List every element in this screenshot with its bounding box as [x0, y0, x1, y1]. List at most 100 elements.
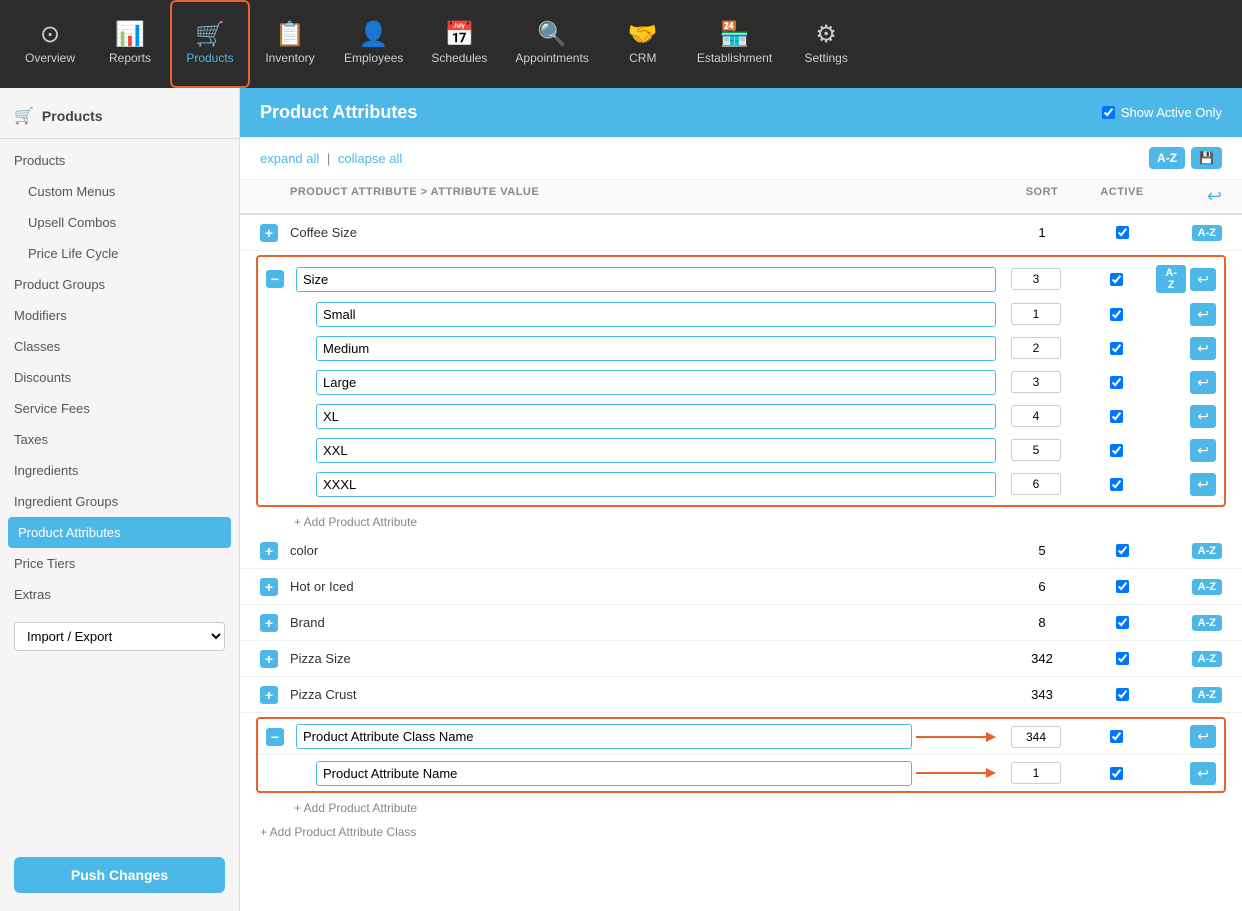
xxl-sort-input[interactable] [1011, 439, 1061, 461]
sidebar-item-products[interactable]: Products [0, 145, 239, 176]
add-product-attribute-link-size[interactable]: + Add Product Attribute [240, 511, 1242, 533]
pizza-crust-az-button[interactable]: A-Z [1192, 687, 1222, 703]
settings-icon: ⚙ [815, 23, 837, 47]
nav-item-products[interactable]: 🛒 Products [170, 0, 250, 88]
size-az-button[interactable]: A-Z [1156, 265, 1186, 293]
large-active-checkbox[interactable] [1110, 376, 1123, 389]
pac-active-checkbox[interactable] [1110, 730, 1123, 743]
medium-sort-input[interactable] [1011, 337, 1061, 359]
hot-or-iced-az-button[interactable]: A-Z [1192, 579, 1222, 595]
pan-back-button[interactable]: ↩ [1190, 762, 1216, 785]
overview-icon: ⊙ [40, 23, 60, 47]
sidebar-item-discounts[interactable]: Discounts [0, 362, 239, 393]
back-arrow-icon[interactable]: ↩ [1207, 186, 1222, 206]
size-active-checkbox[interactable] [1110, 273, 1123, 286]
xxxl-name-input[interactable] [316, 472, 996, 497]
push-changes-button[interactable]: Push Changes [14, 857, 225, 893]
size-name-input[interactable] [296, 267, 996, 292]
add-product-attribute-class-link[interactable]: + Add Product Attribute Class [240, 819, 1242, 845]
large-back-button[interactable]: ↩ [1190, 371, 1216, 394]
expand-all-link[interactable]: expand all [260, 151, 319, 166]
pac-sort-input[interactable] [1011, 726, 1061, 748]
pac-name-input[interactable] [296, 724, 912, 749]
pizza-crust-active-checkbox[interactable] [1116, 688, 1129, 701]
crm-icon: 🤝 [628, 23, 658, 47]
xxxl-back-button[interactable]: ↩ [1190, 473, 1216, 496]
pac-back-button[interactable]: ↩ [1190, 725, 1216, 748]
sidebar-item-ingredients[interactable]: Ingredients [0, 455, 239, 486]
medium-active-checkbox[interactable] [1110, 342, 1123, 355]
sidebar-item-price-life-cycle[interactable]: Price Life Cycle [0, 238, 239, 269]
import-export-select[interactable]: Import / Export [14, 622, 225, 651]
xxl-back-button[interactable]: ↩ [1190, 439, 1216, 462]
small-active-checkbox[interactable] [1110, 308, 1123, 321]
nav-item-overview[interactable]: ⊙ Overview [10, 0, 90, 88]
pan-sort-input[interactable] [1011, 762, 1061, 784]
xxxl-sort-input[interactable] [1011, 473, 1061, 495]
nav-item-settings[interactable]: ⚙ Settings [786, 0, 866, 88]
brand-az-button[interactable]: A-Z [1192, 615, 1222, 631]
pan-name-input[interactable] [316, 761, 912, 786]
color-active-checkbox[interactable] [1116, 544, 1129, 557]
xl-active-checkbox[interactable] [1110, 410, 1123, 423]
nav-item-appointments[interactable]: 🔍 Appointments [501, 0, 602, 88]
expand-coffee-size-button[interactable]: + [260, 224, 278, 242]
nav-item-reports[interactable]: 📊 Reports [90, 0, 170, 88]
nav-item-crm[interactable]: 🤝 CRM [603, 0, 683, 88]
expand-brand-button[interactable]: + [260, 614, 278, 632]
expand-pizza-size-button[interactable]: + [260, 650, 278, 668]
sidebar-item-modifiers[interactable]: Modifiers [0, 300, 239, 331]
nav-item-inventory[interactable]: 📋 Inventory [250, 0, 330, 88]
pan-active-checkbox[interactable] [1110, 767, 1123, 780]
medium-back-button[interactable]: ↩ [1190, 337, 1216, 360]
sidebar-item-classes[interactable]: Classes [0, 331, 239, 362]
coffee-size-az-button[interactable]: A-Z [1192, 225, 1222, 241]
collapse-pac-button[interactable]: − [266, 728, 284, 746]
small-back-button[interactable]: ↩ [1190, 303, 1216, 326]
xl-name-input[interactable] [316, 404, 996, 429]
xl-sort-input[interactable] [1011, 405, 1061, 427]
xxxl-active-checkbox[interactable] [1110, 478, 1123, 491]
hot-or-iced-active-checkbox[interactable] [1116, 580, 1129, 593]
show-active-only-checkbox[interactable] [1102, 106, 1115, 119]
xxl-active-checkbox[interactable] [1110, 444, 1123, 457]
pizza-size-name: Pizza Size [290, 651, 1002, 666]
expand-pizza-crust-button[interactable]: + [260, 686, 278, 704]
pizza-size-az-button[interactable]: A-Z [1192, 651, 1222, 667]
add-product-attribute-link-bottom[interactable]: + Add Product Attribute [240, 797, 1242, 819]
show-active-only-container: Show Active Only [1102, 105, 1222, 120]
pizza-size-active-checkbox[interactable] [1116, 652, 1129, 665]
sidebar-item-upsell-combos[interactable]: Upsell Combos [0, 207, 239, 238]
sidebar-item-custom-menus[interactable]: Custom Menus [0, 176, 239, 207]
expand-color-button[interactable]: + [260, 542, 278, 560]
sidebar-item-extras[interactable]: Extras [0, 579, 239, 610]
small-sort-input[interactable] [1011, 303, 1061, 325]
sidebar-item-service-fees[interactable]: Service Fees [0, 393, 239, 424]
size-back-button[interactable]: ↩ [1190, 268, 1216, 291]
large-sort-input[interactable] [1011, 371, 1061, 393]
import-export-dropdown-container[interactable]: Import / Export [0, 614, 239, 659]
nav-item-schedules[interactable]: 📅 Schedules [417, 0, 501, 88]
sidebar-item-price-tiers[interactable]: Price Tiers [0, 548, 239, 579]
collapse-size-button[interactable]: − [266, 270, 284, 288]
save-button[interactable]: 💾 [1191, 147, 1222, 169]
nav-item-employees[interactable]: 👤 Employees [330, 0, 417, 88]
xxl-name-input[interactable] [316, 438, 996, 463]
coffee-size-active-checkbox[interactable] [1116, 226, 1129, 239]
az-sort-button[interactable]: A-Z [1149, 147, 1185, 169]
collapse-all-link[interactable]: collapse all [338, 151, 402, 166]
xl-back-button[interactable]: ↩ [1190, 405, 1216, 428]
large-name-input[interactable] [316, 370, 996, 395]
sidebar-item-taxes[interactable]: Taxes [0, 424, 239, 455]
size-sort-input[interactable] [1011, 268, 1061, 290]
sidebar-item-product-attributes[interactable]: Product Attributes [8, 517, 231, 548]
nav-label-reports: Reports [109, 51, 151, 65]
nav-item-establishment[interactable]: 🏪 Establishment [683, 0, 786, 88]
medium-name-input[interactable] [316, 336, 996, 361]
small-name-input[interactable] [316, 302, 996, 327]
sidebar-item-product-groups[interactable]: Product Groups [0, 269, 239, 300]
brand-active-checkbox[interactable] [1116, 616, 1129, 629]
color-az-button[interactable]: A-Z [1192, 543, 1222, 559]
expand-hot-or-iced-button[interactable]: + [260, 578, 278, 596]
sidebar-item-ingredient-groups[interactable]: Ingredient Groups [0, 486, 239, 517]
